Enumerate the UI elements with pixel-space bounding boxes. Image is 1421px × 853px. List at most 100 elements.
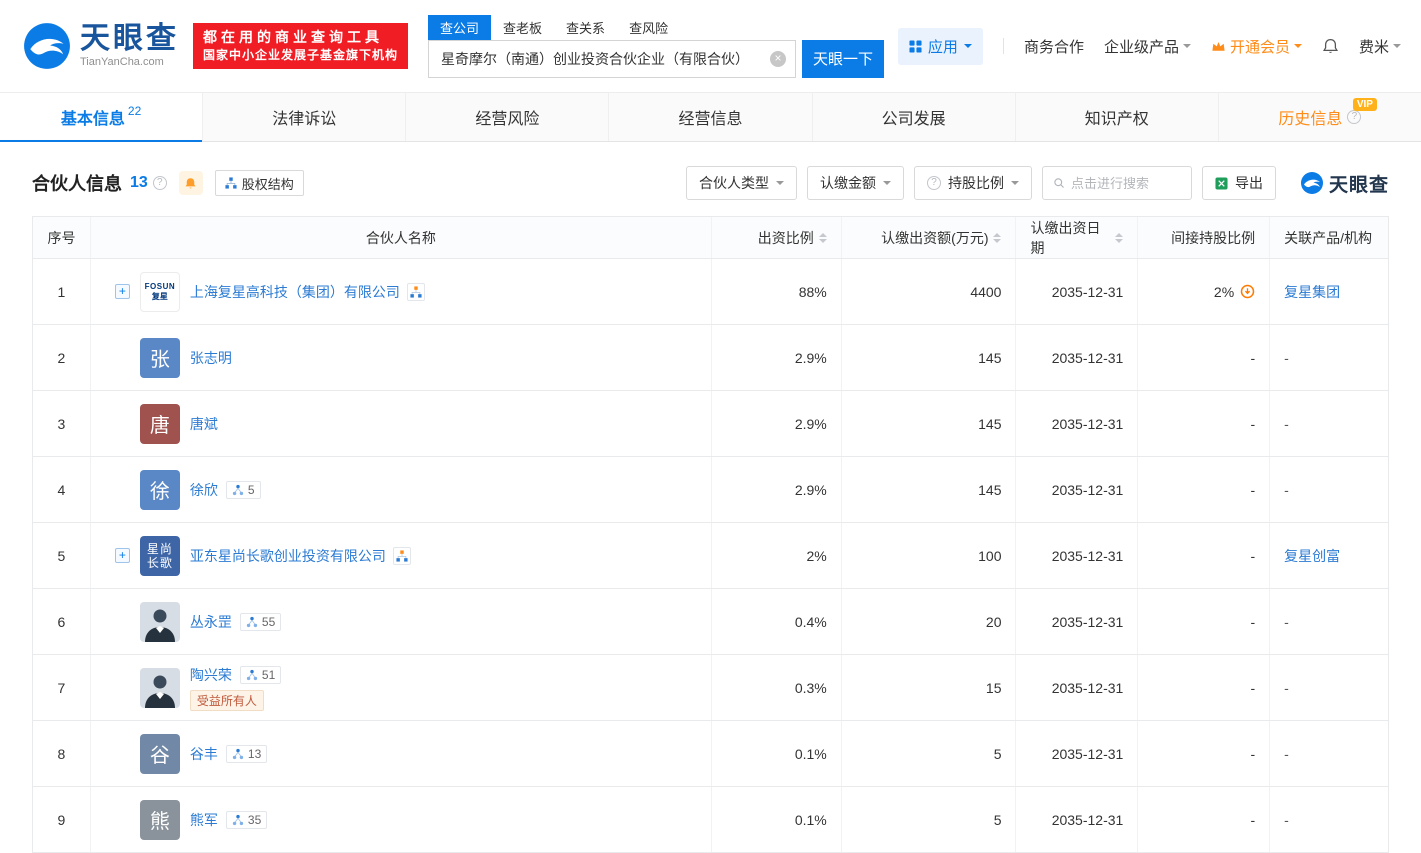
- partners-table: 序号 合伙人名称 出资比例 认缴出资额(万元) 认缴出资日期 间接持股比例 关联…: [32, 216, 1389, 853]
- table-row: 8 谷 谷丰 13 0.1% 5 2035-12-31 - -: [33, 721, 1388, 787]
- page-tab[interactable]: 公司发展: [813, 93, 1016, 141]
- table-row: 4 徐 徐欣 5 2.9% 145 2035-12-31 - -: [33, 457, 1388, 523]
- expand-button[interactable]: [114, 548, 130, 563]
- partner-name-link[interactable]: 张志明: [190, 348, 232, 368]
- search-input[interactable]: [428, 39, 797, 78]
- page-tab[interactable]: 基本信息 22: [0, 93, 204, 142]
- search-tab[interactable]: 查公司: [428, 14, 492, 40]
- partner-name-link[interactable]: 唐斌: [190, 414, 218, 434]
- partner-type-filter[interactable]: 合伙人类型: [685, 166, 797, 200]
- partner-avatar[interactable]: 唐: [139, 403, 180, 444]
- nav-enterprise[interactable]: 企业级产品: [1104, 36, 1191, 57]
- partner-name-cell: 星尚长歌 亚东星尚长歌创业投资有限公司: [91, 523, 712, 588]
- partner-name-link[interactable]: 陶兴荣: [190, 665, 232, 685]
- partner-avatar[interactable]: 星尚 长歌: [139, 535, 180, 576]
- expand-button[interactable]: [114, 284, 130, 299]
- nav-cooperation[interactable]: 商务合作: [1024, 36, 1084, 57]
- partner-avatar[interactable]: 徐: [139, 469, 180, 510]
- equity-structure-icon[interactable]: [392, 546, 411, 565]
- graph-badge[interactable]: 51: [239, 665, 282, 684]
- partner-name-link[interactable]: 熊军: [190, 810, 218, 830]
- partner-avatar[interactable]: 熊: [139, 799, 180, 840]
- apps-button[interactable]: 应用: [897, 27, 983, 65]
- export-button[interactable]: 导出: [1201, 166, 1276, 200]
- row-number: 1: [57, 283, 66, 300]
- notification-bell-icon[interactable]: [1322, 38, 1339, 55]
- partner-name-link[interactable]: 徐欣: [190, 480, 218, 500]
- row-number-cell: 3: [33, 391, 91, 456]
- clear-icon[interactable]: [770, 50, 787, 67]
- page-tab-label: 经营风险: [475, 111, 540, 128]
- amount-value: 145: [978, 481, 1002, 498]
- graph-icon: [232, 484, 244, 495]
- partner-name-link[interactable]: 上海复星高科技（集团）有限公司: [190, 282, 400, 302]
- help-icon[interactable]: [152, 176, 167, 190]
- table-header-label: 间接持股比例: [1171, 229, 1256, 246]
- related-cell: -: [1270, 391, 1388, 456]
- equity-structure-button[interactable]: 股权结构: [214, 170, 304, 196]
- search-tab[interactable]: 查老板: [491, 15, 554, 40]
- page-tab[interactable]: 经营信息: [609, 93, 813, 141]
- graph-badge[interactable]: 55: [239, 612, 282, 631]
- indirect-cell: -: [1138, 655, 1271, 720]
- partner-avatar[interactable]: [139, 601, 180, 642]
- table-search-box[interactable]: [1041, 166, 1192, 200]
- partner-avatar[interactable]: [139, 667, 180, 708]
- page-tab[interactable]: 知识产权: [1016, 93, 1219, 141]
- page-tab[interactable]: 经营风险: [406, 93, 610, 141]
- partner-name-link[interactable]: 亚东星尚长歌创业投资有限公司: [190, 546, 386, 566]
- search-tab[interactable]: 查关系: [554, 15, 617, 40]
- partner-type-label: 合伙人类型: [698, 175, 769, 191]
- tianyancha-logo[interactable]: 天眼查 TianYanCha.com: [22, 21, 179, 71]
- ratio-cell: 0.4%: [712, 589, 842, 654]
- brand-watermark: 天眼查: [1300, 170, 1389, 197]
- ratio-filter[interactable]: 持股比例: [913, 166, 1032, 200]
- amount-filter[interactable]: 认缴金额: [806, 166, 904, 200]
- partner-avatar[interactable]: 张: [139, 337, 180, 378]
- sort-icon[interactable]: [1115, 229, 1124, 247]
- equity-structure-icon[interactable]: [406, 282, 425, 301]
- ratio-cell: 2%: [712, 523, 842, 588]
- row-number-cell: 2: [33, 325, 91, 390]
- table-row: 6 丛永罡 55 0.4% 20 2035-12-31 - -: [33, 589, 1388, 655]
- nav-open-vip[interactable]: 开通会员: [1211, 36, 1302, 57]
- indirect-cell: -: [1138, 391, 1271, 456]
- search-tab[interactable]: 查风险: [617, 15, 680, 40]
- search-button[interactable]: 天眼一下: [802, 39, 885, 78]
- ratio-cell: 0.1%: [712, 721, 842, 786]
- amount-value: 145: [978, 415, 1002, 432]
- penetrate-icon[interactable]: [1240, 284, 1255, 299]
- partner-avatar[interactable]: 谷: [139, 733, 180, 774]
- logo-domain-text: TianYanCha.com: [80, 56, 164, 68]
- date-cell: 2035-12-31: [1016, 721, 1139, 786]
- indirect-value: -: [1250, 613, 1256, 630]
- table-search-input[interactable]: [1071, 175, 1181, 191]
- partner-avatar[interactable]: FOSUN 复星: [139, 271, 180, 312]
- partner-name-link[interactable]: 丛永罡: [190, 612, 232, 632]
- graph-badge[interactable]: 5: [225, 480, 261, 499]
- indirect-value: -: [1250, 811, 1256, 828]
- ratio-cell: 2.9%: [712, 391, 842, 456]
- top-header: 天眼查 TianYanCha.com 都在用的商业查询工具 国家中小企业发展子基…: [0, 0, 1421, 92]
- table-header-cell: 认缴出资额(万元): [842, 217, 1017, 258]
- graph-badge[interactable]: 35: [225, 810, 268, 829]
- row-number-cell: 8: [33, 721, 91, 786]
- page-tab[interactable]: 历史信息 VIP: [1219, 93, 1421, 141]
- crown-icon: [1212, 41, 1225, 51]
- help-icon[interactable]: [1347, 110, 1362, 124]
- table-header-cell: 关联产品/机构: [1270, 217, 1388, 258]
- page-tab[interactable]: 法律诉讼: [203, 93, 407, 141]
- graph-badge[interactable]: 13: [225, 744, 268, 763]
- monitor-bell-icon[interactable]: [178, 171, 203, 195]
- table-row: 5 星尚长歌 亚东星尚长歌创业投资有限公司 2% 100 2: [33, 523, 1388, 589]
- table-header-cell: 认缴出资日期: [1016, 217, 1139, 258]
- search-tabs: 查公司 查老板 查关系 查风险: [428, 14, 884, 40]
- related-product-link[interactable]: 复星集团: [1284, 282, 1340, 302]
- partner-name-link[interactable]: 谷丰: [190, 744, 218, 764]
- graph-icon: [246, 669, 258, 680]
- sort-icon[interactable]: [818, 229, 827, 247]
- related-product-link[interactable]: 复星创富: [1284, 546, 1340, 566]
- sort-icon[interactable]: [993, 229, 1002, 247]
- partner-name-cell: 张 张志明: [91, 325, 712, 390]
- nav-user[interactable]: 费米: [1359, 36, 1401, 57]
